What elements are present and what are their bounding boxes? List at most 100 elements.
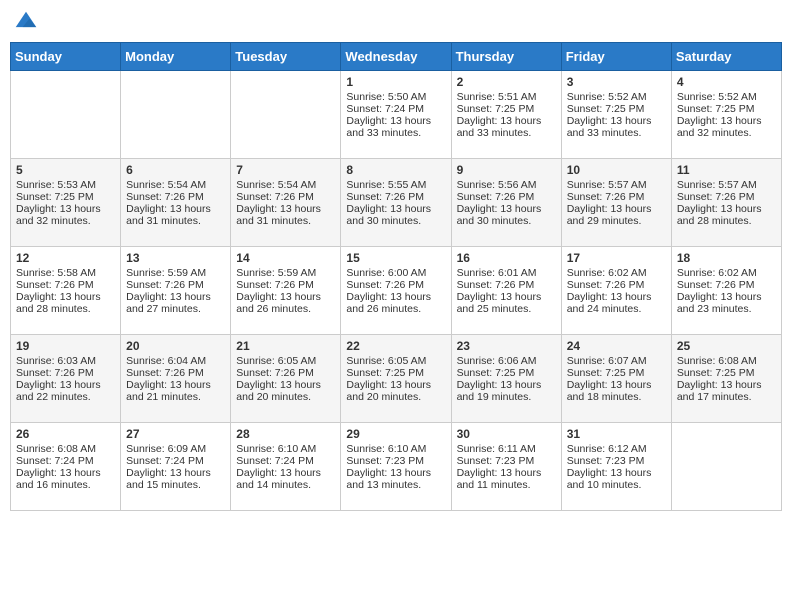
sunset-text: Sunset: 7:25 PM [346,367,424,379]
sunrise-text: Sunrise: 5:53 AM [16,179,96,191]
calendar-day-cell [121,71,231,159]
sunset-text: Sunset: 7:26 PM [346,191,424,203]
calendar-day-cell: 18Sunrise: 6:02 AMSunset: 7:26 PMDayligh… [671,247,781,335]
daylight-text: Daylight: 13 hours and 22 minutes. [16,379,101,403]
weekday-header-saturday: Saturday [671,43,781,71]
sunset-text: Sunset: 7:26 PM [457,191,535,203]
weekday-header-thursday: Thursday [451,43,561,71]
daylight-text: Daylight: 13 hours and 14 minutes. [236,467,321,491]
calendar-day-cell: 30Sunrise: 6:11 AMSunset: 7:23 PMDayligh… [451,423,561,511]
day-number: 14 [236,251,335,265]
calendar-day-cell: 25Sunrise: 6:08 AMSunset: 7:25 PMDayligh… [671,335,781,423]
daylight-text: Daylight: 13 hours and 20 minutes. [346,379,431,403]
daylight-text: Daylight: 13 hours and 33 minutes. [346,115,431,139]
daylight-text: Daylight: 13 hours and 33 minutes. [567,115,652,139]
calendar-day-cell: 23Sunrise: 6:06 AMSunset: 7:25 PMDayligh… [451,335,561,423]
calendar-day-cell: 28 Sunrise: 6:10 AMSunset: 7:24 PMDayligh… [231,423,341,511]
calendar-day-cell: 16Sunrise: 6:01 AMSunset: 7:26 PMDayligh… [451,247,561,335]
day-number: 30 [457,427,556,441]
sunset-text: Sunset: 7:26 PM [236,191,314,203]
sunrise-text: Sunrise: 6:10 AM [346,443,426,455]
logo-icon [14,10,38,34]
calendar-day-cell: 11Sunrise: 5:57 AMSunset: 7:26 PMDayligh… [671,159,781,247]
sunset-text: Sunset: 7:23 PM [457,455,535,467]
sunrise-text: Sunrise: 5:54 AM [236,179,316,191]
sunrise-text: Sunrise: 5:52 AM [677,91,757,103]
sunrise-text: Sunrise: 5:55 AM [346,179,426,191]
sunrise-text: Sunrise: 6:10 AM [236,443,316,455]
calendar-day-cell: 22Sunrise: 6:05 AMSunset: 7:25 PMDayligh… [341,335,451,423]
calendar-week-row: 5Sunrise: 5:53 AMSunset: 7:25 PMDaylight… [11,159,782,247]
calendar-day-cell: 27Sunrise: 6:09 AMSunset: 7:24 PMDayligh… [121,423,231,511]
calendar-day-cell: 7Sunrise: 5:54 AMSunset: 7:26 PMDaylight… [231,159,341,247]
daylight-text: Daylight: 13 hours and 28 minutes. [677,203,762,227]
sunset-text: Sunset: 7:24 PM [236,455,314,467]
daylight-text: Daylight: 13 hours and 10 minutes. [567,467,652,491]
calendar-day-cell [11,71,121,159]
calendar-day-cell: 2Sunrise: 5:51 AMSunset: 7:25 PMDaylight… [451,71,561,159]
sunset-text: Sunset: 7:24 PM [16,455,94,467]
daylight-text: Daylight: 13 hours and 23 minutes. [677,291,762,315]
calendar-day-cell [231,71,341,159]
day-number: 13 [126,251,225,265]
daylight-text: Daylight: 13 hours and 31 minutes. [236,203,321,227]
sunset-text: Sunset: 7:26 PM [567,279,645,291]
calendar-week-row: 12Sunrise: 5:58 AMSunset: 7:26 PMDayligh… [11,247,782,335]
calendar-day-cell: 5Sunrise: 5:53 AMSunset: 7:25 PMDaylight… [11,159,121,247]
calendar-day-cell: 12Sunrise: 5:58 AMSunset: 7:26 PMDayligh… [11,247,121,335]
calendar-day-cell: 20Sunrise: 6:04 AMSunset: 7:26 PMDayligh… [121,335,231,423]
day-number: 25 [677,339,776,353]
sunset-text: Sunset: 7:25 PM [457,367,535,379]
calendar-day-cell: 4Sunrise: 5:52 AMSunset: 7:25 PMDaylight… [671,71,781,159]
logo [14,10,42,34]
sunset-text: Sunset: 7:26 PM [126,279,204,291]
day-number: 28 [236,427,335,441]
calendar-week-row: 1Sunrise: 5:50 AMSunset: 7:24 PMDaylight… [11,71,782,159]
sunset-text: Sunset: 7:24 PM [126,455,204,467]
sunset-text: Sunset: 7:25 PM [567,103,645,115]
weekday-header-monday: Monday [121,43,231,71]
daylight-text: Daylight: 13 hours and 17 minutes. [677,379,762,403]
day-number: 1 [346,75,445,89]
daylight-text: Daylight: 13 hours and 13 minutes. [346,467,431,491]
sunrise-text: Sunrise: 5:59 AM [126,267,206,279]
day-number: 15 [346,251,445,265]
daylight-text: Daylight: 13 hours and 32 minutes. [16,203,101,227]
day-number: 20 [126,339,225,353]
day-number: 23 [457,339,556,353]
daylight-text: Daylight: 13 hours and 19 minutes. [457,379,542,403]
calendar-day-cell: 29Sunrise: 6:10 AMSunset: 7:23 PMDayligh… [341,423,451,511]
sunset-text: Sunset: 7:25 PM [677,367,755,379]
sunrise-text: Sunrise: 5:50 AM [346,91,426,103]
weekday-header-wednesday: Wednesday [341,43,451,71]
day-number: 29 [346,427,445,441]
calendar-day-cell: 15Sunrise: 6:00 AMSunset: 7:26 PMDayligh… [341,247,451,335]
sunset-text: Sunset: 7:26 PM [16,367,94,379]
sunrise-text: Sunrise: 5:57 AM [677,179,757,191]
daylight-text: Daylight: 13 hours and 24 minutes. [567,291,652,315]
sunrise-text: Sunrise: 6:05 AM [236,355,316,367]
daylight-text: Daylight: 13 hours and 29 minutes. [567,203,652,227]
sunrise-text: Sunrise: 5:52 AM [567,91,647,103]
sunrise-text: Sunrise: 6:02 AM [677,267,757,279]
calendar-day-cell: 13 Sunrise: 5:59 AMSunset: 7:26 PMDayligh… [121,247,231,335]
sunrise-text: Sunrise: 6:07 AM [567,355,647,367]
daylight-text: Daylight: 13 hours and 27 minutes. [126,291,211,315]
day-number: 27 [126,427,225,441]
daylight-text: Daylight: 13 hours and 20 minutes. [236,379,321,403]
calendar-week-row: 19Sunrise: 6:03 AMSunset: 7:26 PMDayligh… [11,335,782,423]
day-number: 19 [16,339,115,353]
day-number: 10 [567,163,666,177]
sunrise-text: Sunrise: 6:03 AM [16,355,96,367]
daylight-text: Daylight: 13 hours and 26 minutes. [236,291,321,315]
calendar-day-cell: 17Sunrise: 6:02 AMSunset: 7:26 PMDayligh… [561,247,671,335]
sunrise-text: Sunrise: 6:02 AM [567,267,647,279]
day-number: 9 [457,163,556,177]
sunrise-text: Sunrise: 6:11 AM [457,443,536,455]
calendar-day-cell: 19 Sunrise: 6:03 AMSunset: 7:26 PMDayligh… [11,335,121,423]
day-number: 21 [236,339,335,353]
day-number: 4 [677,75,776,89]
sunset-text: Sunset: 7:25 PM [567,367,645,379]
day-number: 22 [346,339,445,353]
sunrise-text: Sunrise: 6:08 AM [16,443,96,455]
